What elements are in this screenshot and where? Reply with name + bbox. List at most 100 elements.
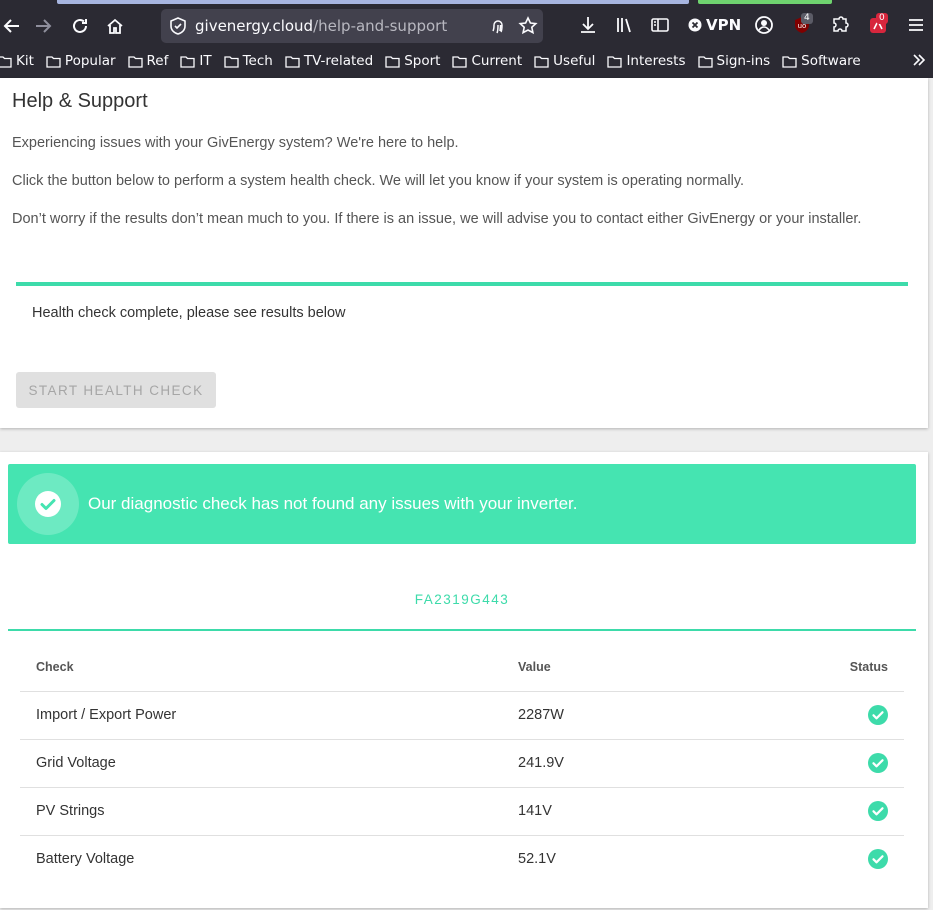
bookmark-folder-sign-ins[interactable]: Sign-ins (697, 53, 771, 69)
extension-badge: 0 (876, 13, 888, 24)
address-bar[interactable]: givenergy.cloud/help-and-support (161, 9, 543, 43)
column-header-value: Value (518, 643, 696, 692)
bookmark-folder-interests[interactable]: Interests (607, 53, 686, 69)
tab-indicator[interactable] (698, 0, 832, 4)
banner-message: Our diagnostic check has not found any i… (88, 494, 578, 513)
url-domain: givenergy.cloud (195, 17, 314, 35)
table-header-row: Check Value Status (20, 643, 904, 692)
results-card: Our diagnostic check has not found any i… (0, 452, 928, 908)
column-header-status: Status (695, 643, 904, 692)
url-text[interactable]: givenergy.cloud/help-and-support (195, 17, 447, 35)
bookmark-label: Sign-ins (716, 53, 771, 69)
check-name: Grid Voltage (20, 739, 518, 788)
bookmark-label: Useful (553, 53, 596, 69)
bookmark-label: Software (801, 53, 861, 69)
extensions-icon[interactable] (830, 15, 850, 35)
vpn-label: VPN (706, 16, 742, 34)
folder-icon (46, 55, 61, 68)
check-value: 52.1V (518, 851, 556, 868)
back-icon[interactable] (0, 14, 24, 38)
health-check-status: Health check complete, please see result… (32, 305, 346, 321)
bookmark-folder-ref[interactable]: Ref (127, 53, 169, 69)
instruction-text: Click the button below to perform a syst… (12, 173, 745, 189)
reload-icon[interactable] (68, 14, 92, 38)
sidebar-icon[interactable] (650, 15, 670, 35)
serial-tab-underline (8, 629, 916, 631)
folder-icon (782, 55, 797, 68)
bookmark-label: Current (471, 53, 523, 69)
folder-icon (0, 55, 12, 68)
folder-icon (127, 55, 143, 68)
vpn-button[interactable]: VPN (688, 16, 741, 34)
bookmark-folder-tech[interactable]: Tech (223, 53, 273, 69)
bookmark-folder-it[interactable]: IT (180, 53, 212, 69)
browser-toolbar: givenergy.cloud/help-and-support VPN uo … (0, 0, 933, 78)
inverter-serial-tab[interactable]: FA2319G443 (8, 592, 916, 607)
check-circle-icon (17, 473, 79, 535)
table-row: Battery Voltage 52.1V (20, 835, 904, 883)
table-row: Import / Export Power 2287W (20, 691, 904, 740)
downloads-icon[interactable] (578, 15, 598, 35)
check-value: 2287W (518, 691, 696, 740)
bookmark-label: Tech (242, 53, 273, 69)
library-icon[interactable] (614, 15, 634, 35)
folder-icon (385, 55, 400, 68)
bookmark-label: Popular (64, 53, 116, 69)
check-status (695, 787, 904, 836)
check-status (695, 835, 904, 883)
status-ok-icon (868, 849, 888, 870)
table-row: PV Strings 141V (20, 787, 904, 836)
bookmark-folder-popular[interactable]: Popular (46, 53, 116, 69)
account-icon[interactable] (754, 15, 774, 35)
bookmark-label: Ref (146, 53, 169, 69)
health-check-progress-bar (16, 282, 908, 286)
bookmark-folder-current[interactable]: Current (452, 53, 522, 69)
vpn-off-icon (688, 18, 702, 32)
shield-icon[interactable] (169, 17, 187, 35)
check-status (695, 739, 904, 788)
check-value: 141V (518, 787, 696, 836)
bookmark-label: IT (199, 53, 212, 69)
bookmark-folder-tv-related[interactable]: TV-related (285, 53, 373, 69)
folder-icon (180, 55, 196, 68)
menu-icon[interactable] (906, 15, 926, 35)
bookmark-folder-sport[interactable]: Sport (385, 53, 440, 69)
home-icon[interactable] (103, 14, 127, 38)
bookmark-label: TV-related (303, 53, 374, 69)
success-banner: Our diagnostic check has not found any i… (8, 464, 916, 544)
check-name: Import / Export Power (20, 691, 518, 740)
forward-icon[interactable] (31, 14, 55, 38)
check-name: PV Strings (20, 787, 518, 836)
status-ok-icon (868, 801, 888, 821)
chevron-double-right-icon[interactable] (911, 52, 927, 68)
bookmark-folder-software[interactable]: Software (782, 53, 861, 69)
check-status (695, 691, 904, 740)
bookmark-folder-useful[interactable]: Useful (534, 53, 595, 69)
ublock-badge: 4 (801, 13, 813, 24)
folder-icon (285, 55, 300, 68)
start-health-check-button[interactable]: START HEALTH CHECK (16, 372, 216, 408)
bookmark-label: Interests (626, 53, 686, 69)
folder-icon (607, 55, 623, 68)
bookmark-folder-kit[interactable]: Kit (0, 53, 34, 69)
check-value: 241.9V (518, 739, 696, 788)
bookmark-label: Kit (16, 53, 34, 69)
column-header-check: Check (20, 643, 518, 692)
reassurance-text: Don’t worry if the results don’t mean mu… (12, 211, 862, 227)
folder-icon (452, 55, 468, 68)
table-row: Grid Voltage 241.9V (20, 739, 904, 788)
folder-icon (697, 55, 713, 68)
bookmark-star-icon[interactable] (518, 16, 538, 36)
bookmark-label: Sport (404, 53, 441, 69)
results-table: Check Value Status Import / Export Power… (20, 643, 904, 883)
status-ok-icon (868, 753, 888, 773)
status-ok-icon (868, 705, 888, 725)
fingerprint-icon[interactable] (489, 17, 507, 35)
url-path: /help-and-support (313, 17, 448, 35)
help-support-card: Help & Support Experiencing issues with … (0, 78, 928, 428)
active-tab-indicator[interactable] (57, 0, 689, 4)
folder-icon (534, 55, 549, 68)
page-title: Help & Support (12, 90, 148, 112)
check-name: Battery Voltage (36, 851, 135, 868)
folder-icon (223, 55, 239, 68)
